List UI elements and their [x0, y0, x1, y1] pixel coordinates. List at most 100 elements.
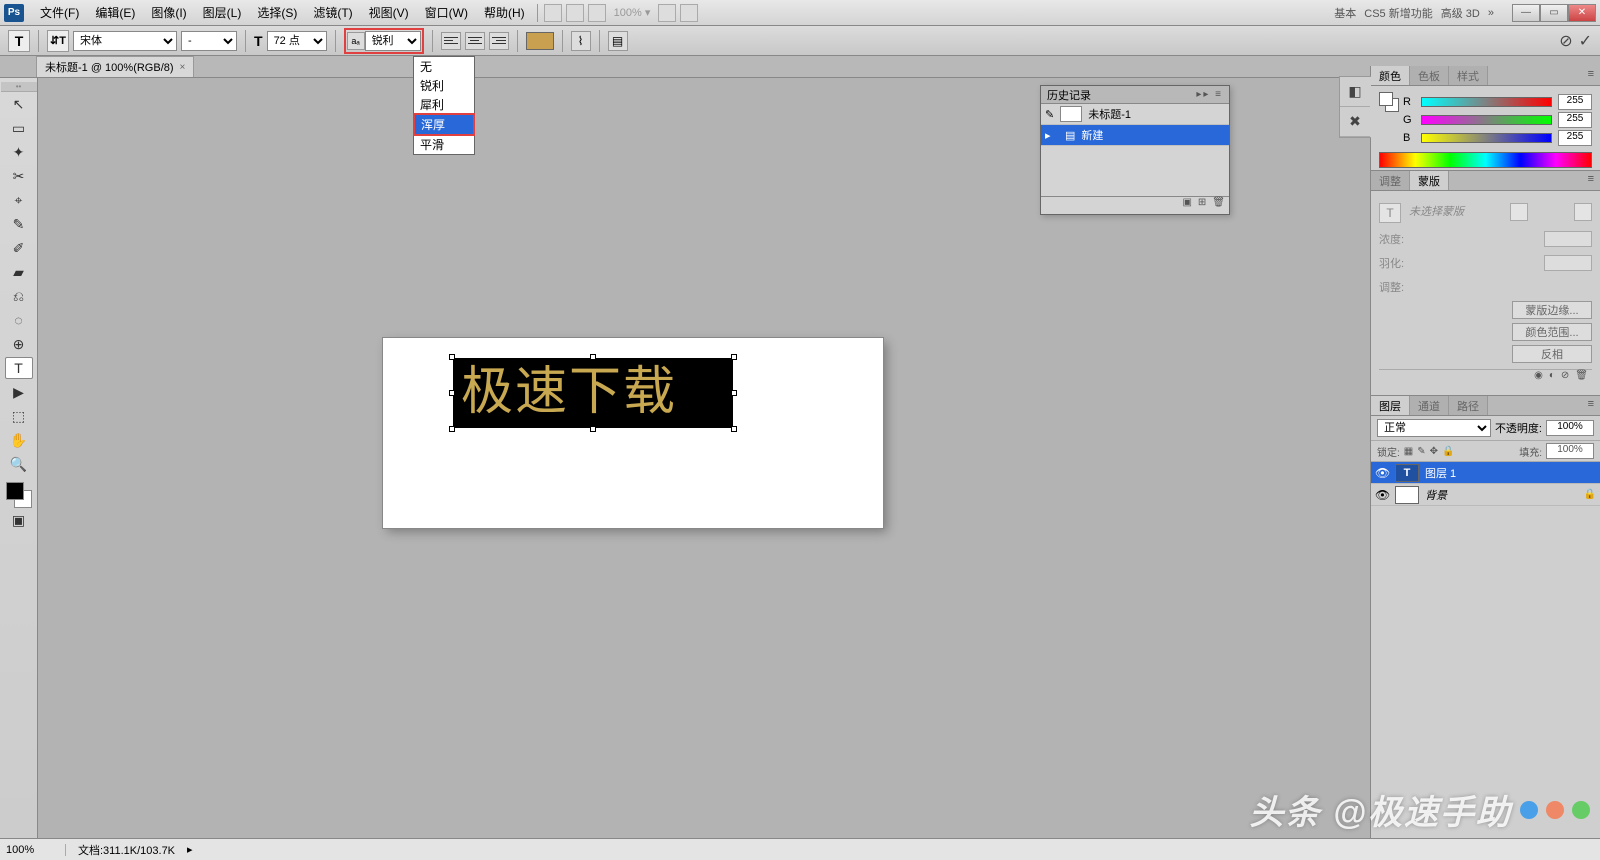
arrange-docs-icon[interactable] — [658, 4, 676, 22]
lock-pixels-icon[interactable]: ▦ — [1404, 446, 1413, 457]
tab-channels[interactable]: 通道 — [1410, 396, 1449, 415]
align-center-button[interactable] — [465, 32, 485, 50]
value-b[interactable]: 255 — [1558, 130, 1592, 146]
lock-all-icon[interactable]: 🔒 — [1442, 446, 1454, 457]
status-arrow-icon[interactable]: ▸ — [187, 843, 193, 856]
align-right-button[interactable] — [489, 32, 509, 50]
launch-bridge-icon[interactable] — [544, 4, 562, 22]
window-close-button[interactable]: ✕ — [1568, 4, 1596, 22]
mask-foot-icon[interactable]: 🗑 — [1575, 370, 1588, 387]
tab-adjustments[interactable]: 调整 — [1371, 171, 1410, 190]
window-maximize-button[interactable]: ▭ — [1540, 4, 1568, 22]
active-tool-icon[interactable]: T — [8, 30, 30, 52]
mask-edge-button[interactable]: 蒙版边缘... — [1512, 301, 1592, 319]
menu-file[interactable]: 文件(F) — [32, 4, 87, 21]
menu-filter[interactable]: 滤镜(T) — [305, 4, 360, 21]
menu-view[interactable]: 视图(V) — [361, 4, 417, 21]
foreground-color-swatch[interactable] — [6, 482, 24, 500]
crop-tool[interactable]: ✂ — [5, 165, 33, 187]
fill-input[interactable]: 100% — [1546, 443, 1594, 459]
lasso-tool[interactable]: ✦ — [5, 141, 33, 163]
screen-icon[interactable] — [680, 4, 698, 22]
cancel-edit-icon[interactable]: ⊘ — [1559, 31, 1572, 51]
color-fgbg-mini[interactable] — [1379, 92, 1399, 112]
hand-tool[interactable]: ✋ — [5, 429, 33, 451]
panel-menu-icon[interactable]: ≡ — [1582, 171, 1600, 190]
antialias-select[interactable]: 锐利 — [365, 31, 421, 51]
layer-visibility-icon[interactable]: 👁 — [1375, 466, 1389, 480]
aa-option-smooth[interactable]: 平滑 — [414, 135, 474, 154]
quickmask-icon[interactable]: ▣ — [5, 509, 33, 531]
tab-paths[interactable]: 路径 — [1449, 396, 1488, 415]
workspace-basic[interactable]: 基本 — [1334, 5, 1356, 21]
document-tab-close-icon[interactable]: × — [180, 62, 186, 73]
tab-layers[interactable]: 图层 — [1371, 396, 1410, 415]
status-zoom[interactable]: 100% — [6, 844, 66, 856]
menu-help[interactable]: 帮助(H) — [476, 4, 533, 21]
slider-g[interactable] — [1421, 115, 1552, 125]
font-style-select[interactable]: - — [181, 31, 237, 51]
opacity-input[interactable]: 100% — [1546, 420, 1594, 436]
lock-move-icon[interactable]: ✥ — [1430, 446, 1438, 457]
menu-layer[interactable]: 图层(L) — [195, 4, 250, 21]
slider-b[interactable] — [1421, 133, 1552, 143]
history-snapshot-row[interactable]: ✎ 未标题-1 — [1041, 104, 1229, 125]
aa-option-none[interactable]: 无 — [414, 57, 474, 76]
mask-foot-icon[interactable]: ◐ — [1549, 370, 1555, 387]
toolbox-grip[interactable]: •• — [1, 82, 37, 92]
panel-menu-icon[interactable]: ≡ — [1582, 396, 1600, 415]
collapsed-icon[interactable]: ✖ — [1340, 107, 1370, 137]
zoom-display[interactable]: 100% ▾ — [614, 6, 651, 19]
history-new-icon[interactable]: ⊞ — [1198, 197, 1206, 214]
font-size-select[interactable]: 72 点 — [267, 31, 327, 51]
character-panel-button[interactable]: ▤ — [608, 31, 628, 51]
text-layer-box[interactable]: 极速下载 — [453, 358, 733, 428]
vector-mask-icon[interactable] — [1574, 203, 1592, 221]
layer-visibility-icon[interactable]: 👁 — [1375, 488, 1389, 502]
tab-masks[interactable]: 蒙版 — [1410, 171, 1449, 190]
menu-image[interactable]: 图像(I) — [143, 4, 194, 21]
panel-collapse-icon[interactable]: ▸▸ ≡ — [1196, 89, 1223, 100]
document-tab[interactable]: 未标题-1 @ 100%(RGB/8) × — [36, 56, 194, 77]
zoom-tool[interactable]: 🔍 — [5, 453, 33, 475]
aa-option-crisp[interactable]: 犀利 — [414, 95, 474, 114]
panel-menu-icon[interactable]: ≡ — [1582, 66, 1600, 85]
screen-mode-icon[interactable] — [588, 4, 606, 22]
color-spectrum[interactable] — [1379, 152, 1592, 168]
mask-foot-icon[interactable]: ⊘ — [1561, 370, 1569, 387]
text-orientation-icon[interactable]: ⇵T — [47, 30, 69, 52]
menu-select[interactable]: 选择(S) — [249, 4, 305, 21]
transform-handle[interactable] — [731, 426, 737, 432]
transform-handle[interactable] — [449, 390, 455, 396]
warp-text-button[interactable]: ⌇ — [571, 31, 591, 51]
tab-styles[interactable]: 样式 — [1449, 66, 1488, 85]
tab-color[interactable]: 颜色 — [1371, 66, 1410, 85]
type-tool[interactable]: T — [5, 357, 33, 379]
transform-handle[interactable] — [590, 354, 596, 360]
invert-button[interactable]: 反相 — [1512, 345, 1592, 363]
transform-handle[interactable] — [731, 354, 737, 360]
transform-handle[interactable] — [449, 354, 455, 360]
eyedropper-tool[interactable]: ⌖ — [5, 189, 33, 211]
mask-foot-icon[interactable]: ◉ — [1534, 370, 1543, 387]
blur-tool[interactable]: ◌ — [5, 309, 33, 331]
font-family-select[interactable]: 宋体 — [73, 31, 177, 51]
mini-bridge-icon[interactable] — [566, 4, 584, 22]
value-g[interactable]: 255 — [1558, 112, 1592, 128]
workspace-cs5-new[interactable]: CS5 新增功能 — [1364, 5, 1432, 21]
commit-edit-icon[interactable]: ✓ — [1579, 31, 1592, 51]
status-doc-info[interactable]: 文档:311.1K/103.7K — [78, 842, 175, 858]
transform-handle[interactable] — [449, 426, 455, 432]
menu-window[interactable]: 窗口(W) — [417, 4, 476, 21]
layer-name[interactable]: 背景 — [1425, 487, 1447, 503]
color-picker[interactable] — [6, 482, 32, 508]
aa-option-sharp[interactable]: 锐利 — [414, 76, 474, 95]
shape-tool[interactable]: ⬚ — [5, 405, 33, 427]
pen-tool[interactable]: ⊕ — [5, 333, 33, 355]
align-left-button[interactable] — [441, 32, 461, 50]
lock-position-icon[interactable]: ✎ — [1417, 446, 1425, 457]
transform-handle[interactable] — [590, 426, 596, 432]
window-minimize-button[interactable]: — — [1512, 4, 1540, 22]
pencil-tool[interactable]: ✐ — [5, 237, 33, 259]
layer-row[interactable]: 👁 背景 🔒 — [1371, 484, 1600, 506]
